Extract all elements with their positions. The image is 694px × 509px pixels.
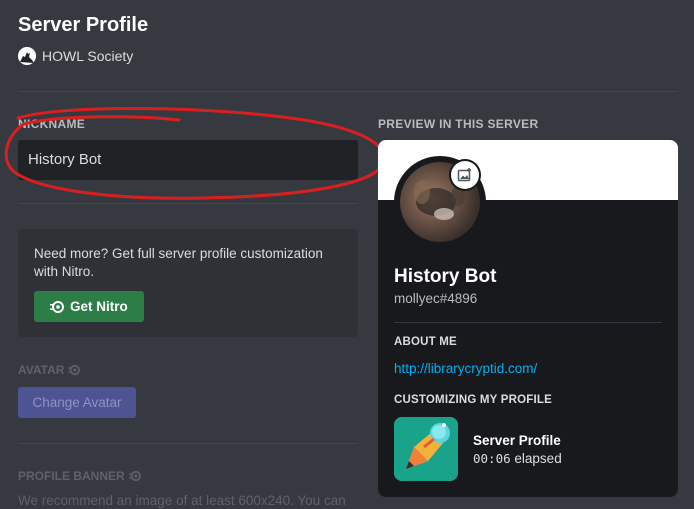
preview-label: PREVIEW IN THIS SERVER: [378, 117, 539, 131]
profile-banner-description: We recommend an image of at least 600x24…: [18, 493, 346, 508]
get-nitro-button[interactable]: Get Nitro: [34, 291, 144, 322]
nitro-icon: [68, 364, 81, 376]
wolf-howl-icon: [18, 47, 36, 65]
edit-avatar-icon[interactable]: [451, 161, 479, 189]
activity-title: Server Profile: [473, 433, 561, 448]
header-divider: [18, 91, 678, 92]
server-name: HOWL Society: [42, 48, 134, 64]
preview-display-name: History Bot: [394, 266, 497, 287]
profile-banner-label-text: PROFILE BANNER: [18, 469, 125, 483]
avatar-divider: [18, 443, 358, 444]
elapsed-suffix: elapsed: [514, 451, 562, 466]
nitro-icon: [128, 470, 141, 482]
get-nitro-label: Get Nitro: [70, 299, 128, 314]
server-indicator: HOWL Society: [18, 47, 133, 65]
nitro-promo-box: Need more? Get full server profile custo…: [18, 229, 358, 337]
avatar-label-text: AVATAR: [18, 363, 65, 377]
about-me-link[interactable]: http://librarycryptid.com/: [394, 361, 537, 376]
profile-banner-label: PROFILE BANNER: [18, 469, 141, 483]
elapsed-timer: 00:06: [473, 451, 511, 466]
nitro-icon: [50, 300, 64, 313]
nitro-promo-text: Need more? Get full server profile custo…: [34, 246, 323, 279]
nickname-divider: [18, 203, 358, 204]
customizing-profile-label: CUSTOMIZING MY PROFILE: [394, 394, 552, 406]
change-avatar-button[interactable]: Change Avatar: [18, 387, 136, 418]
page-title: Server Profile: [18, 14, 149, 36]
profile-preview-card: History Bot mollyec#4896 ABOUT ME http:/…: [378, 140, 678, 497]
red-annotation-circle: [4, 106, 386, 200]
avatar-label: AVATAR: [18, 363, 81, 377]
card-divider: [394, 322, 662, 323]
activity-elapsed: 00:06 elapsed: [473, 451, 562, 466]
preview-user-tag: mollyec#4896: [394, 291, 478, 306]
pencil-art-icon: [394, 417, 458, 481]
about-me-label: ABOUT ME: [394, 336, 457, 348]
